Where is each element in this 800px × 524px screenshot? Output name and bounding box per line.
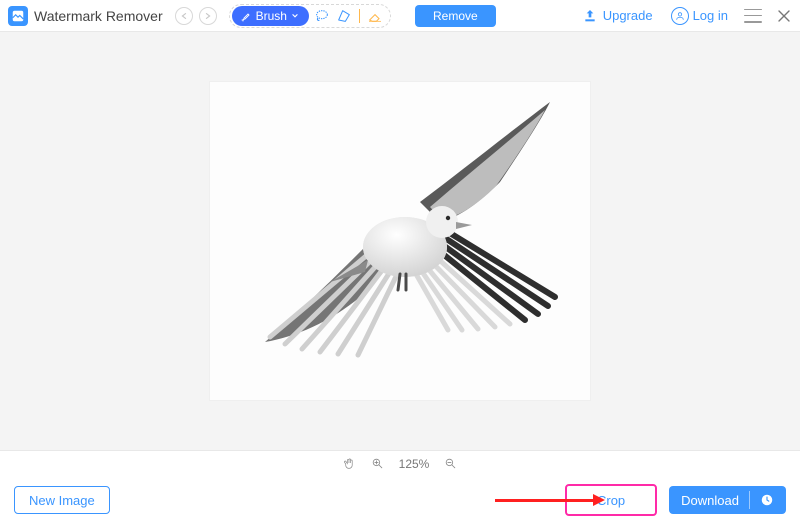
lasso-tool-button[interactable]: [313, 7, 331, 25]
zoom-in-button[interactable]: [371, 457, 385, 471]
app-logo-icon: [8, 6, 28, 26]
app-title: Watermark Remover: [34, 8, 163, 24]
history-icon[interactable]: [760, 493, 774, 507]
footer-bar: New Image Crop Download: [0, 476, 800, 524]
login-button[interactable]: Log in: [671, 7, 728, 25]
new-image-button[interactable]: New Image: [14, 486, 110, 514]
pan-hand-button[interactable]: [343, 457, 357, 471]
working-image[interactable]: [210, 82, 590, 400]
close-button[interactable]: [776, 8, 792, 24]
brush-label: Brush: [256, 9, 287, 23]
title-bar: Watermark Remover Brush Remove Upgrade: [0, 0, 800, 32]
brush-icon: [240, 10, 252, 22]
bird-image-icon: [210, 82, 590, 400]
polygon-tool-button[interactable]: [335, 7, 353, 25]
login-label: Log in: [693, 8, 728, 23]
tool-divider: [359, 9, 360, 23]
download-label: Download: [681, 493, 739, 508]
eraser-tool-button[interactable]: [366, 7, 384, 25]
brush-tool-button[interactable]: Brush: [232, 6, 309, 26]
undo-button[interactable]: [175, 7, 193, 25]
menu-button[interactable]: [744, 9, 762, 23]
upgrade-button[interactable]: Upgrade: [582, 8, 653, 24]
remove-button[interactable]: Remove: [415, 5, 496, 27]
zoom-level: 125%: [399, 457, 430, 471]
download-button[interactable]: Download: [669, 486, 786, 514]
upload-icon: [582, 8, 598, 24]
remove-label: Remove: [433, 9, 478, 23]
new-image-label: New Image: [29, 493, 95, 508]
history-nav: [175, 7, 217, 25]
zoom-bar: 125%: [0, 450, 800, 476]
chevron-down-icon: [291, 12, 299, 20]
tool-group: Brush: [229, 4, 391, 28]
redo-button[interactable]: [199, 7, 217, 25]
download-separator: [749, 491, 750, 509]
crop-button[interactable]: Crop: [565, 484, 657, 516]
canvas-area[interactable]: [0, 32, 800, 450]
user-icon: [671, 7, 689, 25]
upgrade-label: Upgrade: [603, 8, 653, 23]
crop-label: Crop: [597, 493, 625, 508]
zoom-out-button[interactable]: [443, 457, 457, 471]
